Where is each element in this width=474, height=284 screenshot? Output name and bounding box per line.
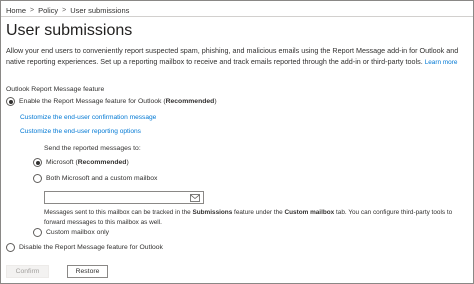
custom-mailbox-only-radio[interactable]: Custom mailbox only xyxy=(33,228,109,237)
breadcrumb-separator: > xyxy=(30,6,35,14)
microsoft-radio[interactable]: Microsoft (Recommended) xyxy=(33,158,129,167)
send-to-label: Send the reported messages to: xyxy=(44,145,141,152)
description-text: Allow your end users to conveniently rep… xyxy=(6,46,459,66)
breadcrumb-current: User submissions xyxy=(70,5,130,15)
confirm-button[interactable]: Confirm xyxy=(6,265,49,278)
customize-reporting-options-link[interactable]: Customize the end-user reporting options xyxy=(20,128,141,135)
enable-report-label: Enable the Report Message feature for Ou… xyxy=(19,98,217,105)
breadcrumb-home[interactable]: Home xyxy=(6,6,26,15)
breadcrumb-policy[interactable]: Policy xyxy=(38,6,58,15)
header-divider xyxy=(1,16,473,17)
customize-confirmation-link[interactable]: Customize the end-user confirmation mess… xyxy=(20,114,156,121)
disable-report-radio[interactable]: Disable the Report Message feature for O… xyxy=(6,243,163,252)
learn-more-link[interactable]: Learn more xyxy=(425,59,458,66)
radio-unchecked-icon[interactable] xyxy=(33,174,42,183)
enable-report-radio[interactable]: Enable the Report Message feature for Ou… xyxy=(6,97,217,106)
outlook-section-label: Outlook Report Message feature xyxy=(6,86,105,93)
page-frame xyxy=(0,0,474,284)
breadcrumb: Home > Policy > User submissions xyxy=(6,4,129,16)
restore-button[interactable]: Restore xyxy=(67,265,108,278)
page-description: Allow your end users to conveniently rep… xyxy=(6,46,472,68)
breadcrumb-separator: > xyxy=(62,6,67,14)
custom-mailbox-only-label: Custom mailbox only xyxy=(46,229,110,236)
radio-unchecked-icon[interactable] xyxy=(6,243,15,252)
custom-mailbox-note: Messages sent to this mailbox can be tra… xyxy=(44,209,453,226)
both-mailbox-radio[interactable]: Both Microsoft and a custom mailbox xyxy=(33,174,157,183)
both-mailbox-label: Both Microsoft and a custom mailbox xyxy=(46,175,158,182)
mail-icon xyxy=(190,194,200,202)
radio-checked-icon[interactable] xyxy=(6,97,15,106)
radio-unchecked-icon[interactable] xyxy=(33,228,42,237)
disable-report-label: Disable the Report Message feature for O… xyxy=(19,244,163,251)
radio-checked-icon[interactable] xyxy=(33,158,42,167)
microsoft-label: Microsoft (Recommended) xyxy=(46,159,129,166)
custom-mailbox-input[interactable] xyxy=(44,191,204,204)
page-title: User submissions xyxy=(6,22,133,39)
